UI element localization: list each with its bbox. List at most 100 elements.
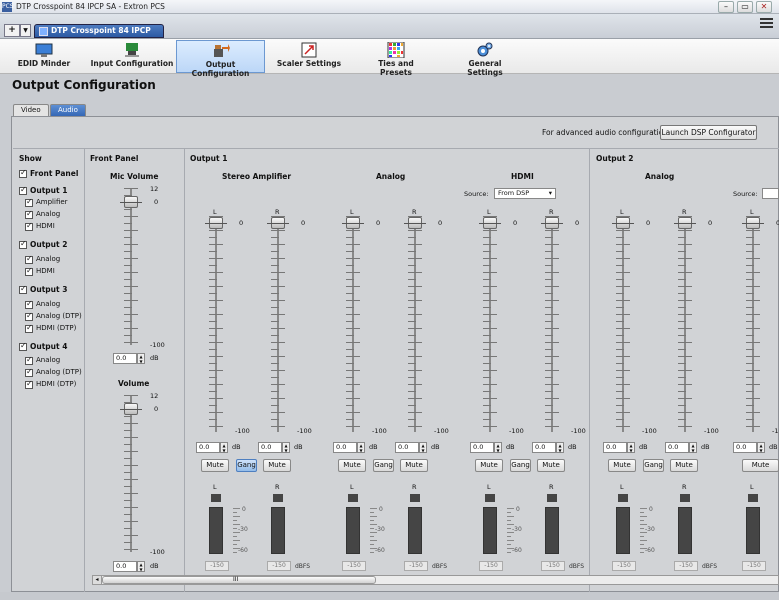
show-checkbox-o3-analog[interactable] [25,299,33,309]
hdmi1-mute-right-button[interactable]: Mute [537,459,565,472]
show-checkbox-output1[interactable] [19,185,27,195]
ribbon-edid-minder[interactable]: EDID Minder [10,40,78,73]
analog1-r-level-meter [408,507,422,554]
hdmi1-r-value[interactable]: 0.0 [532,442,556,453]
amp-l-spinner[interactable]: ▲ ▼ [220,442,228,453]
amp-r-value[interactable]: 0.0 [258,442,282,453]
show-checkbox-output4[interactable] [19,341,27,351]
launch-dsp-configurator-button[interactable]: Launch DSP Configurator [660,125,757,140]
partial-l-value[interactable]: 0.0 [733,442,757,453]
partial-l-channel-label: L [750,208,754,216]
ribbon-ties-and-presets[interactable]: Ties and Presets [362,40,430,77]
amp-mute-right-button[interactable]: Mute [263,459,291,472]
analog2-l-value[interactable]: 0.0 [603,442,627,453]
show-checkbox-front-panel[interactable] [19,168,27,178]
tab-list-dropdown-button[interactable]: ▼ [20,24,31,37]
analog1-l-fader-thumb[interactable] [342,217,364,229]
show-checkbox-o2-analog[interactable] [25,254,33,264]
analog2-mute-left-button[interactable]: Mute [608,459,636,472]
amp-l-fader-thumb[interactable] [205,217,227,229]
analog1-r-value[interactable]: 0.0 [395,442,419,453]
analog1-dbfs-unit: dBFS [432,563,448,570]
analog2-r-fader-thumb[interactable] [674,217,696,229]
show-checkbox-o4-analog-dtp[interactable] [25,367,33,377]
source-label: Source: [464,190,489,198]
add-device-button[interactable]: + [4,24,20,37]
show-checkbox-o3-hdmi-dtp[interactable] [25,323,33,333]
mic-volume-max-label: 12 [150,185,159,193]
hdmi1-r-spinner[interactable]: ▲ ▼ [556,442,564,453]
mic-volume-spinner[interactable]: ▲ ▼ [137,353,145,364]
partial-l-fader-thumb[interactable] [742,217,764,229]
show-checkbox-o1-hdmi[interactable] [25,221,33,231]
show-label-o1-amp: Amplifier [36,198,68,206]
show-checkbox-o2-hdmi[interactable] [25,266,33,276]
amp-mute-left-button[interactable]: Mute [201,459,229,472]
analog1-gang-button[interactable]: Gang [373,459,394,472]
scrollbar-thumb[interactable]: III [102,576,376,584]
analog1-l-value[interactable]: 0.0 [333,442,357,453]
tab-video[interactable]: Video [13,104,49,116]
output2-source-select[interactable] [762,188,779,199]
ribbon-general-settings[interactable]: General Settings [450,40,520,77]
device-tab[interactable]: DTP Crosspoint 84 IPCP SA ▾ [34,24,164,47]
hdmi1-l-level-meter [483,507,497,554]
mic-volume-value[interactable]: 0.0 [113,353,137,364]
ribbon-output-configuration[interactable]: Output Configuration [176,40,265,78]
ribbon-input-configuration[interactable]: Input Configuration [90,40,174,73]
analog1-r-fader-thumb[interactable] [404,217,426,229]
ribbon-scaler-settings[interactable]: Scaler Settings [276,40,342,73]
analog2-gang-button[interactable]: Gang [643,459,664,472]
analog1-mute-right-button[interactable]: Mute [400,459,428,472]
volume-fader-thumb[interactable] [120,403,142,415]
show-checkbox-o1-analog[interactable] [25,209,33,219]
analog2-l-level-meter [616,507,630,554]
show-checkbox-o4-hdmi-dtp[interactable] [25,379,33,389]
analog2-r-spinner[interactable]: ▲ ▼ [689,442,697,453]
maximize-button[interactable]: ▭ [737,1,753,13]
source-select[interactable]: From DSP ▾ [494,188,556,199]
mic-volume-min-label: -100 [150,341,165,349]
amp-l-zero-label: 0 [239,219,244,227]
hdmi1-mute-left-button[interactable]: Mute [475,459,503,472]
mic-volume-fader-thumb[interactable] [120,196,142,208]
partial-mute-left-button[interactable]: Mute [742,459,779,472]
show-checkbox-output3[interactable] [19,284,27,294]
hdmi1-l-spinner[interactable]: ▲ ▼ [494,442,502,453]
show-label-o1-hdmi: HDMI [36,222,55,230]
amp-l-level-meter [209,507,223,554]
hdmi1-gang-button[interactable]: Gang [510,459,531,472]
volume-value[interactable]: 0.0 [113,561,137,572]
amp-r-spinner[interactable]: ▲ ▼ [282,442,290,453]
partial-l-spinner[interactable]: ▲ ▼ [757,442,765,453]
amp-l-value[interactable]: 0.0 [196,442,220,453]
hdmi1-l-value[interactable]: 0.0 [470,442,494,453]
amp-r-fader-thumb[interactable] [267,217,289,229]
analog2-l-channel-label: L [620,208,624,216]
tab-audio[interactable]: Audio [50,104,86,116]
show-checkbox-o1-amp[interactable] [25,197,33,207]
hdmi1-r-fader-thumb[interactable] [541,217,563,229]
scroll-left-arrow-icon[interactable]: ◂ [92,575,102,585]
hdmi1-l-fader-thumb[interactable] [479,217,501,229]
volume-spinner[interactable]: ▲ ▼ [137,561,145,572]
close-button[interactable]: ✕ [756,1,772,13]
show-checkbox-o4-analog[interactable] [25,355,33,365]
hdmi1-l-peak-value: -150 [479,561,503,571]
analog2-r-peak-value: -150 [674,561,698,571]
partial-l-peak-value: -150 [742,561,766,571]
analog2-l-spinner[interactable]: ▲ ▼ [627,442,635,453]
show-checkbox-output2[interactable] [19,239,27,249]
show-checkbox-o3-analog-dtp[interactable] [25,311,33,321]
analog2-mute-right-button[interactable]: Mute [670,459,698,472]
amp-gang-button[interactable]: Gang [236,459,257,472]
analog1-l-spinner[interactable]: ▲ ▼ [357,442,365,453]
analog2-l-fader-thumb[interactable] [612,217,634,229]
analog1-r-spinner[interactable]: ▲ ▼ [419,442,427,453]
hamburger-menu-icon[interactable] [760,18,773,28]
analog1-r-channel-label: R [412,208,417,216]
analog1-mute-left-button[interactable]: Mute [338,459,366,472]
minimize-button[interactable]: – [718,1,734,13]
analog2-r-value[interactable]: 0.0 [665,442,689,453]
amp-r-level-meter [271,507,285,554]
